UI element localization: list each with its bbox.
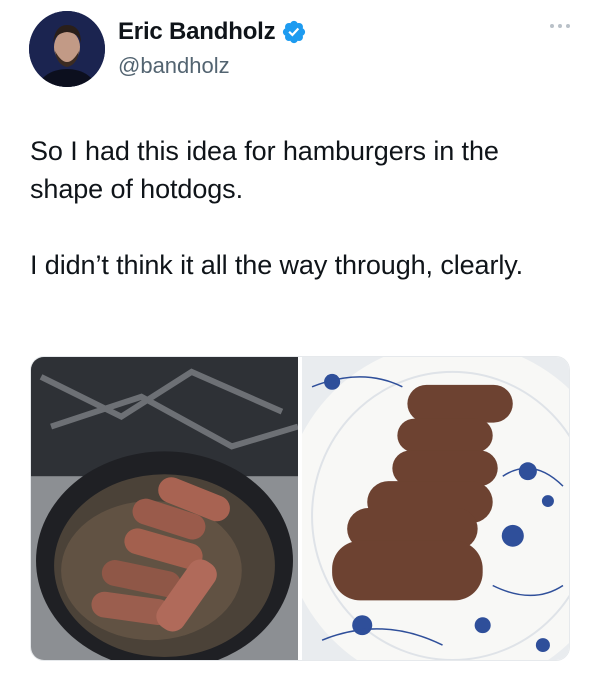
verified-badge-icon [283, 20, 306, 44]
author-row[interactable]: Eric Bandholz [118, 18, 307, 46]
avatar[interactable] [29, 11, 105, 87]
photo-plate-icon[interactable] [302, 357, 569, 660]
tweet-text: So I had this idea for hamburgers in the… [30, 136, 524, 280]
photo-pan-icon[interactable] [31, 357, 298, 660]
author-handle[interactable]: @bandholz [118, 53, 230, 79]
media-grid [30, 356, 570, 661]
more-options-icon[interactable] [550, 24, 570, 28]
profile-photo [29, 11, 105, 87]
author-name[interactable]: Eric Bandholz [118, 18, 276, 46]
